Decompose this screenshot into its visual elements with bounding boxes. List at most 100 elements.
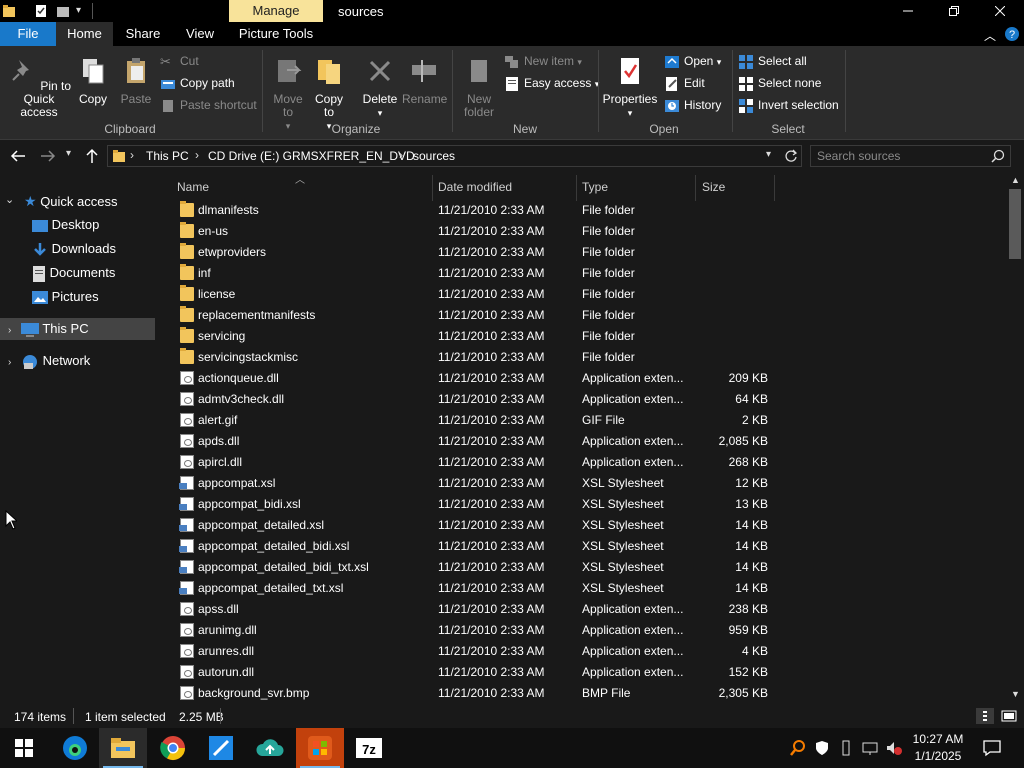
large-icons-view-button[interactable] — [998, 708, 1020, 724]
taskbar-paint[interactable] — [197, 728, 245, 768]
tab-picture-tools[interactable]: Picture Tools — [229, 22, 323, 46]
chevron-down-icon[interactable]: ⌄ — [5, 193, 14, 206]
new-item-button[interactable]: New item ▾ — [504, 51, 582, 71]
shield-icon[interactable] — [814, 740, 830, 756]
delete-button[interactable]: Delete ▾ — [360, 56, 400, 120]
minimize-button[interactable] — [885, 0, 931, 22]
qat-dropdown-icon[interactable]: ▾ — [76, 5, 81, 16]
file-row[interactable]: dlmanifests 11/21/2010 2:33 AM File folder — [177, 200, 789, 221]
maximize-button[interactable] — [931, 0, 977, 22]
file-row[interactable]: etwproviders 11/21/2010 2:33 AM File folde… — [177, 242, 789, 263]
copy-path-button[interactable]: Copy path — [160, 73, 235, 93]
file-row[interactable]: inf 11/21/2010 2:33 AM File folder — [177, 263, 789, 284]
paste-button[interactable]: Paste — [118, 56, 154, 106]
file-row[interactable]: appcompat_detailed_txt.xsl 11/21/2010 2:3… — [177, 578, 789, 599]
help-icon[interactable]: ? — [1004, 26, 1020, 42]
tab-share[interactable]: Share — [120, 22, 166, 46]
file-row[interactable]: appcompat_detailed_bidi.xsl 11/21/2010 2:… — [177, 536, 789, 557]
breadcrumb-this-pc[interactable]: This PC — [146, 149, 189, 163]
properties-icon[interactable] — [34, 4, 48, 18]
file-row[interactable]: appcompat.xsl 11/21/2010 2:33 AM XSL Style… — [177, 473, 789, 494]
nav-desktop[interactable]: Desktop 📌 — [32, 214, 189, 236]
taskbar-clock[interactable]: 10:27 AM 1/1/2025 — [910, 731, 966, 765]
column-separator[interactable] — [695, 175, 696, 201]
taskbar-edge[interactable] — [51, 728, 99, 768]
column-header-date-modified[interactable]: Date modified — [438, 180, 512, 194]
breadcrumb-sources[interactable]: sources — [413, 149, 455, 163]
file-row[interactable]: replacementmanifests 11/21/2010 2:33 AM Fi… — [177, 305, 789, 326]
collapse-ribbon-icon[interactable]: ︿ — [984, 27, 996, 44]
edit-button[interactable]: Edit — [664, 73, 705, 93]
column-separator[interactable] — [432, 175, 433, 201]
column-header-type[interactable]: Type — [582, 180, 608, 194]
column-header-name[interactable]: Name — [177, 180, 209, 194]
column-header-size[interactable]: Size — [702, 180, 725, 194]
column-separator[interactable] — [774, 175, 775, 201]
file-row[interactable]: en-us 11/21/2010 2:33 AM File folder — [177, 221, 789, 242]
nav-pictures[interactable]: Pictures 📌 — [32, 286, 189, 308]
scroll-down-icon[interactable]: ▼ — [1011, 689, 1020, 699]
details-view-button[interactable] — [976, 708, 994, 724]
nav-quick-access[interactable]: ★ Quick access — [24, 190, 154, 212]
file-row[interactable]: admtv3check.dll 11/21/2010 2:33 AM Applica… — [177, 389, 789, 410]
copy-button[interactable]: Copy — [76, 56, 110, 106]
file-row[interactable]: appcompat_bidi.xsl 11/21/2010 2:33 AM XSL … — [177, 494, 789, 515]
file-row[interactable]: license 11/21/2010 2:33 AM File folder — [177, 284, 789, 305]
breadcrumb-cd-drive[interactable]: CD Drive (E:) GRMSXFRER_EN_DVD — [208, 149, 415, 163]
file-row[interactable]: arunres.dll 11/21/2010 2:33 AM Application… — [177, 641, 789, 662]
tab-home[interactable]: Home — [56, 22, 113, 46]
start-button[interactable] — [0, 728, 48, 768]
tab-view[interactable]: View — [178, 22, 222, 46]
file-row[interactable]: arunimg.dll 11/21/2010 2:33 AM Application… — [177, 620, 789, 641]
file-row[interactable]: actionqueue.dll 11/21/2010 2:33 AM Applica… — [177, 368, 789, 389]
chevron-right-icon[interactable]: › — [399, 148, 403, 162]
chevron-right-icon[interactable]: › — [8, 357, 11, 368]
paste-shortcut-button[interactable]: Paste shortcut — [160, 95, 257, 115]
search-icon[interactable] — [991, 149, 1005, 163]
file-row[interactable]: servicing 11/21/2010 2:33 AM File folder — [177, 326, 789, 347]
select-none-button[interactable]: Select none — [738, 73, 821, 93]
search-tray-icon[interactable] — [790, 740, 806, 756]
taskbar-file-explorer[interactable] — [99, 728, 147, 768]
tab-file[interactable]: File — [0, 22, 56, 46]
file-row[interactable]: autorun.dll 11/21/2010 2:33 AM Application… — [177, 662, 789, 683]
rename-button[interactable]: Rename — [402, 56, 447, 106]
new-folder-button[interactable]: New folder — [458, 56, 500, 119]
file-row[interactable]: apds.dll 11/21/2010 2:33 AM Application ex… — [177, 431, 789, 452]
pin-to-quick-access-button[interactable]: Pin to Quick access — [4, 56, 74, 119]
scroll-up-icon[interactable]: ▲ — [1011, 175, 1020, 185]
forward-arrow-icon[interactable] — [40, 149, 56, 163]
chevron-right-icon[interactable]: › — [195, 148, 199, 162]
new-folder-icon[interactable] — [56, 4, 70, 18]
network-tray-icon[interactable] — [862, 740, 878, 756]
cut-button[interactable]: ✂ Cut — [160, 51, 199, 71]
taskbar-chrome[interactable] — [149, 728, 197, 768]
history-button[interactable]: History — [664, 95, 721, 115]
address-dropdown-icon[interactable]: ▾ — [766, 149, 771, 160]
easy-access-button[interactable]: Easy access ▾ — [504, 73, 599, 93]
file-row[interactable]: alert.gif 11/21/2010 2:33 AM GIF File 2 KB — [177, 410, 789, 431]
open-button[interactable]: Open ▾ — [664, 51, 721, 71]
taskbar-upload-app[interactable] — [246, 728, 294, 768]
tab-manage[interactable]: Manage — [229, 0, 323, 22]
address-bar[interactable]: › This PC › CD Drive (E:) GRMSXFRER_EN_D… — [107, 145, 802, 167]
notifications-icon[interactable] — [983, 739, 1001, 757]
vertical-scrollbar[interactable]: ▲ ▼ — [1007, 175, 1024, 703]
file-row[interactable]: appcompat_detailed_bidi_txt.xsl 11/21/201… — [177, 557, 789, 578]
column-separator[interactable] — [576, 175, 577, 201]
search-input[interactable] — [817, 148, 982, 164]
back-arrow-icon[interactable] — [10, 149, 26, 163]
taskbar-7zip[interactable]: 7z — [345, 728, 393, 768]
chevron-right-icon[interactable]: › — [130, 148, 134, 162]
usb-device-icon[interactable] — [838, 740, 854, 756]
select-all-button[interactable]: Select all — [738, 51, 807, 71]
chevron-right-icon[interactable]: › — [8, 325, 11, 336]
file-row[interactable]: apss.dll 11/21/2010 2:33 AM Application ex… — [177, 599, 789, 620]
refresh-icon[interactable] — [784, 149, 798, 163]
file-row[interactable]: appcompat_detailed.xsl 11/21/2010 2:33 AM… — [177, 515, 789, 536]
file-row[interactable]: background_svr.bmp 11/21/2010 2:33 AM BMP … — [177, 683, 789, 704]
file-row[interactable]: servicingstackmisc 11/21/2010 2:33 AM File… — [177, 347, 789, 368]
nav-this-pc[interactable]: › This PC — [0, 318, 155, 340]
recent-locations-icon[interactable]: ▾ — [66, 148, 71, 159]
close-button[interactable] — [977, 0, 1023, 22]
